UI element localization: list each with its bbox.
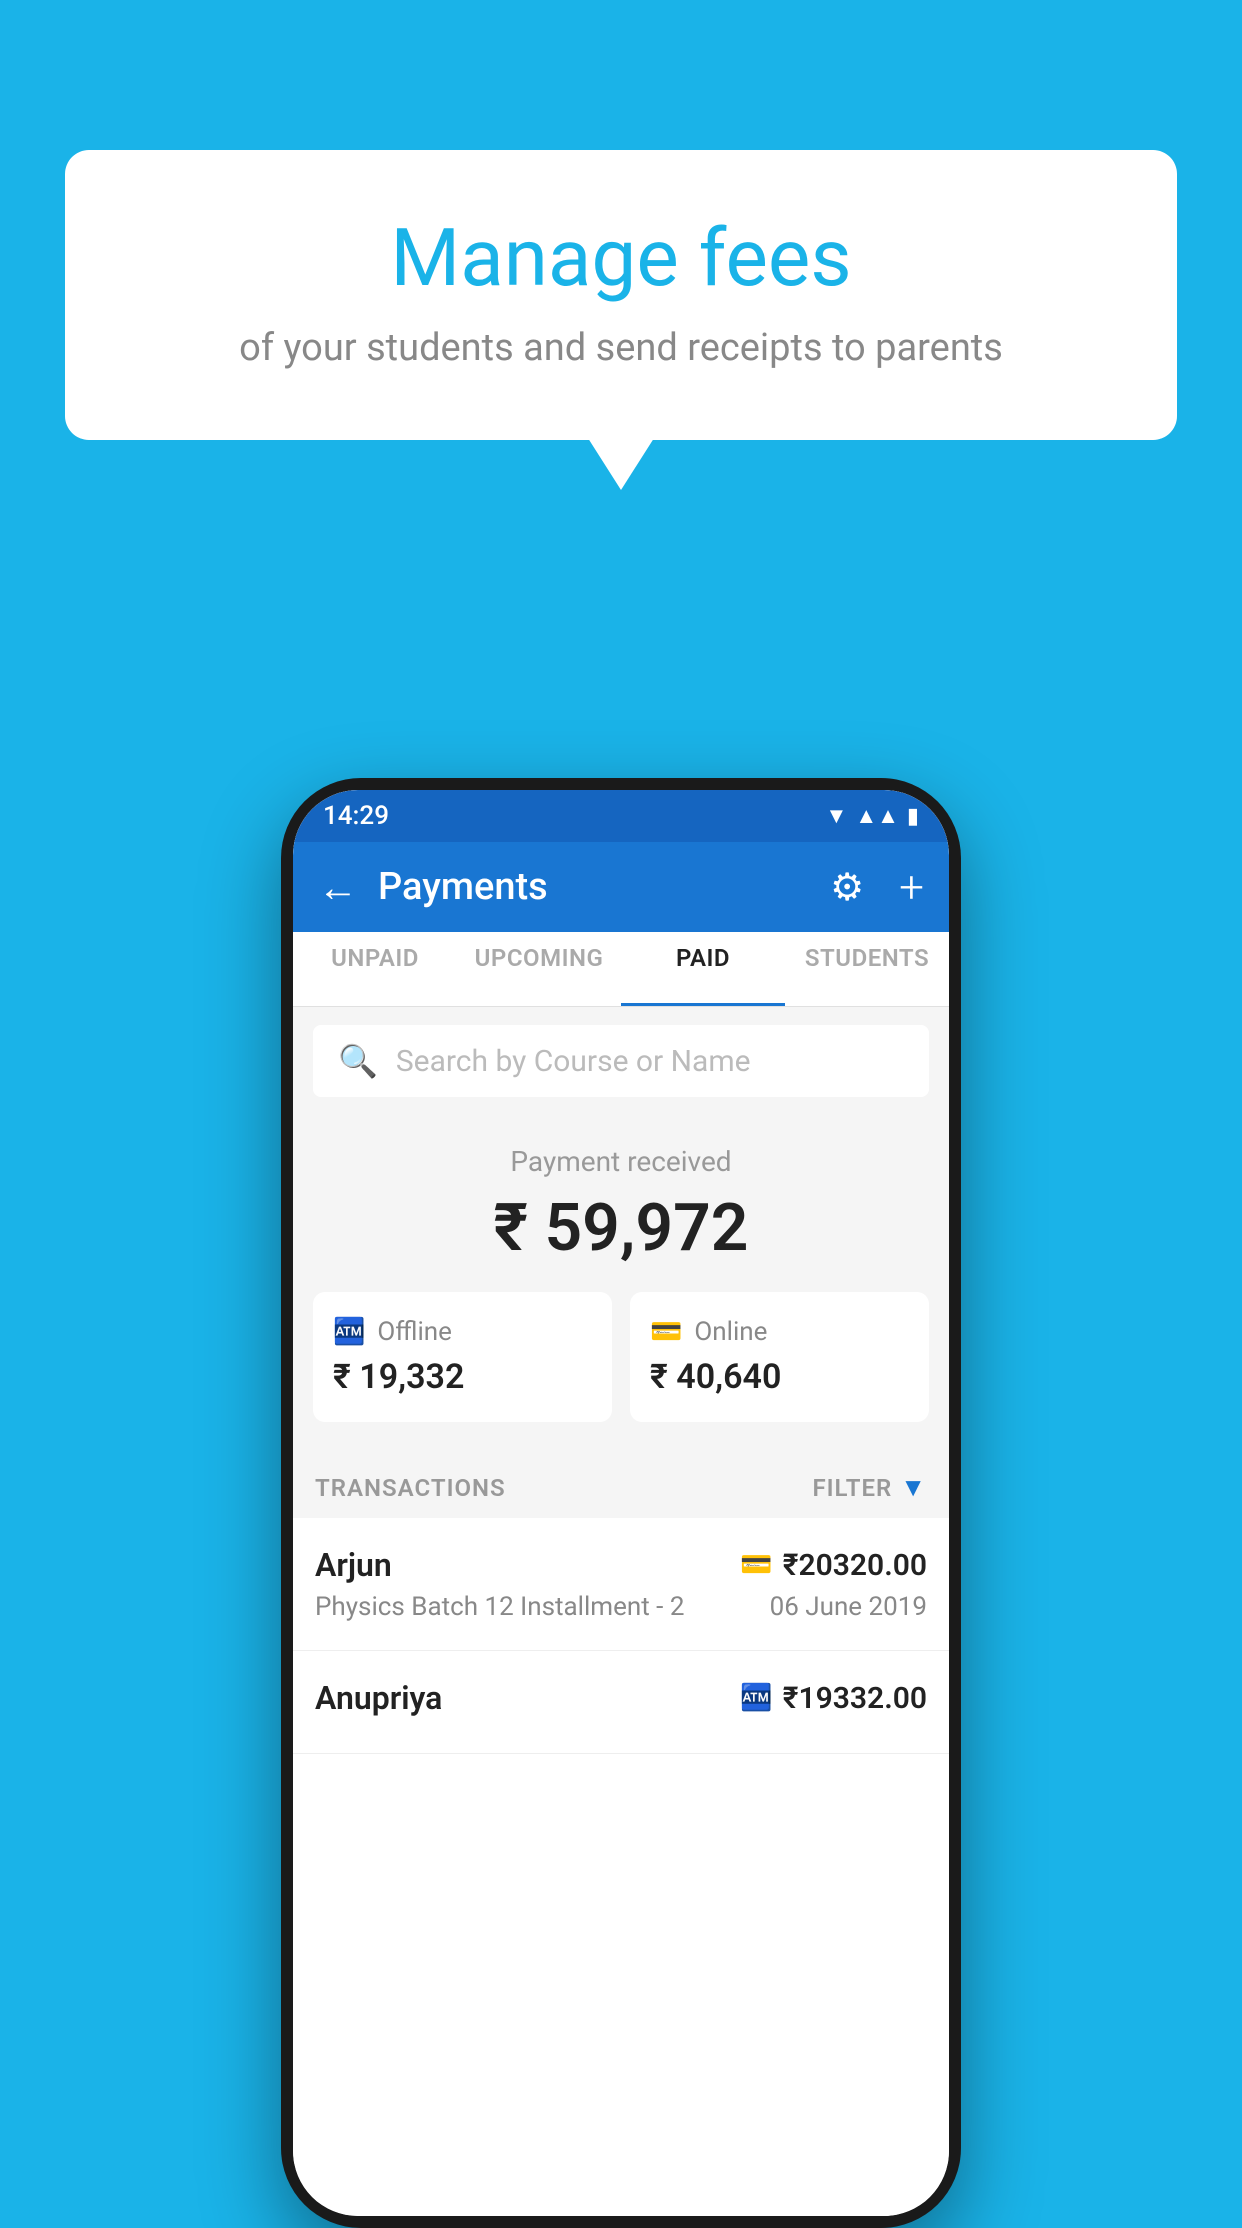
payment-total: ₹ 59,972 — [313, 1190, 929, 1267]
offline-card-header: 🏧 Offline — [333, 1317, 592, 1347]
transaction-name-1: Arjun — [315, 1546, 392, 1584]
filter-icon: ▼ — [900, 1472, 927, 1503]
phone-screen: 14:29 ▼ ▲▲ ▮ ← Payments ⚙ + UNPAID UPCOM… — [293, 790, 949, 2216]
phone-inner: 14:29 ▼ ▲▲ ▮ ← Payments ⚙ + UNPAID UPCOM… — [293, 790, 949, 2216]
offline-amount: ₹ 19,332 — [333, 1357, 592, 1397]
bubble-subtitle: of your students and send receipts to pa… — [145, 326, 1097, 370]
signal-icon: ▲▲ — [855, 803, 899, 829]
transaction-amount-container-2: 🏧 ₹19332.00 — [740, 1681, 927, 1716]
filter-button[interactable]: FILTER ▼ — [812, 1472, 927, 1503]
phone-frame: 14:29 ▼ ▲▲ ▮ ← Payments ⚙ + UNPAID UPCOM… — [281, 778, 961, 2228]
transaction-course-1: Physics Batch 12 Installment - 2 — [315, 1592, 684, 1622]
offline-card: 🏧 Offline ₹ 19,332 — [313, 1292, 612, 1422]
wifi-icon: ▼ — [826, 803, 848, 829]
online-card-header: 💳 Online — [650, 1317, 909, 1347]
app-header: ← Payments ⚙ + — [293, 842, 949, 932]
transactions-header: TRANSACTIONS FILTER ▼ — [293, 1452, 949, 1518]
transaction-amount-container-1: 💳 ₹20320.00 — [740, 1548, 927, 1583]
bubble-title: Manage fees — [145, 210, 1097, 306]
speech-bubble-container: Manage fees of your students and send re… — [65, 150, 1177, 440]
transaction-date-1: 06 June 2019 — [770, 1592, 927, 1622]
transaction-bottom-1: Physics Batch 12 Installment - 2 06 June… — [315, 1592, 927, 1622]
speech-bubble: Manage fees of your students and send re… — [65, 150, 1177, 440]
payment-cards: 🏧 Offline ₹ 19,332 💳 Online ₹ 40,640 — [313, 1292, 929, 1422]
search-placeholder: Search by Course or Name — [396, 1044, 751, 1079]
online-card: 💳 Online ₹ 40,640 — [630, 1292, 929, 1422]
tab-students[interactable]: STUDENTS — [785, 932, 949, 1006]
filter-text: FILTER — [812, 1474, 892, 1502]
transaction-top-2: Anupriya 🏧 ₹19332.00 — [315, 1679, 927, 1717]
settings-icon[interactable]: ⚙ — [830, 865, 864, 910]
header-title: Payments — [378, 865, 810, 909]
add-button[interactable]: + — [899, 861, 924, 913]
transactions-label: TRANSACTIONS — [315, 1474, 506, 1502]
transaction-amount-1: ₹20320.00 — [783, 1548, 927, 1583]
back-button[interactable]: ← — [318, 864, 358, 911]
status-icons: ▼ ▲▲ ▮ — [826, 803, 919, 829]
table-row[interactable]: Arjun 💳 ₹20320.00 Physics Batch 12 Insta… — [293, 1518, 949, 1651]
payment-label: Payment received — [313, 1145, 929, 1178]
search-bar[interactable]: 🔍 Search by Course or Name — [313, 1025, 929, 1097]
card-icon: 💳 — [650, 1317, 682, 1347]
status-time: 14:29 — [323, 801, 389, 831]
offline-label: Offline — [377, 1317, 452, 1347]
payment-summary: Payment received ₹ 59,972 🏧 Offline ₹ 19… — [293, 1115, 949, 1452]
cash-icon: 🏧 — [333, 1317, 365, 1347]
tab-upcoming[interactable]: UPCOMING — [457, 932, 621, 1006]
tab-paid[interactable]: PAID — [621, 932, 785, 1006]
cash-payment-icon: 🏧 — [740, 1683, 772, 1713]
transaction-amount-2: ₹19332.00 — [783, 1681, 927, 1716]
tab-unpaid[interactable]: UNPAID — [293, 932, 457, 1006]
tabs-container: UNPAID UPCOMING PAID STUDENTS — [293, 932, 949, 1007]
status-bar: 14:29 ▼ ▲▲ ▮ — [293, 790, 949, 842]
table-row[interactable]: Anupriya 🏧 ₹19332.00 — [293, 1651, 949, 1754]
online-label: Online — [694, 1317, 767, 1347]
transaction-top-1: Arjun 💳 ₹20320.00 — [315, 1546, 927, 1584]
transaction-name-2: Anupriya — [315, 1679, 442, 1717]
card-payment-icon: 💳 — [740, 1550, 772, 1580]
online-amount: ₹ 40,640 — [650, 1357, 909, 1397]
battery-icon: ▮ — [907, 804, 919, 829]
search-icon: 🔍 — [338, 1042, 378, 1080]
search-container: 🔍 Search by Course or Name — [293, 1007, 949, 1115]
